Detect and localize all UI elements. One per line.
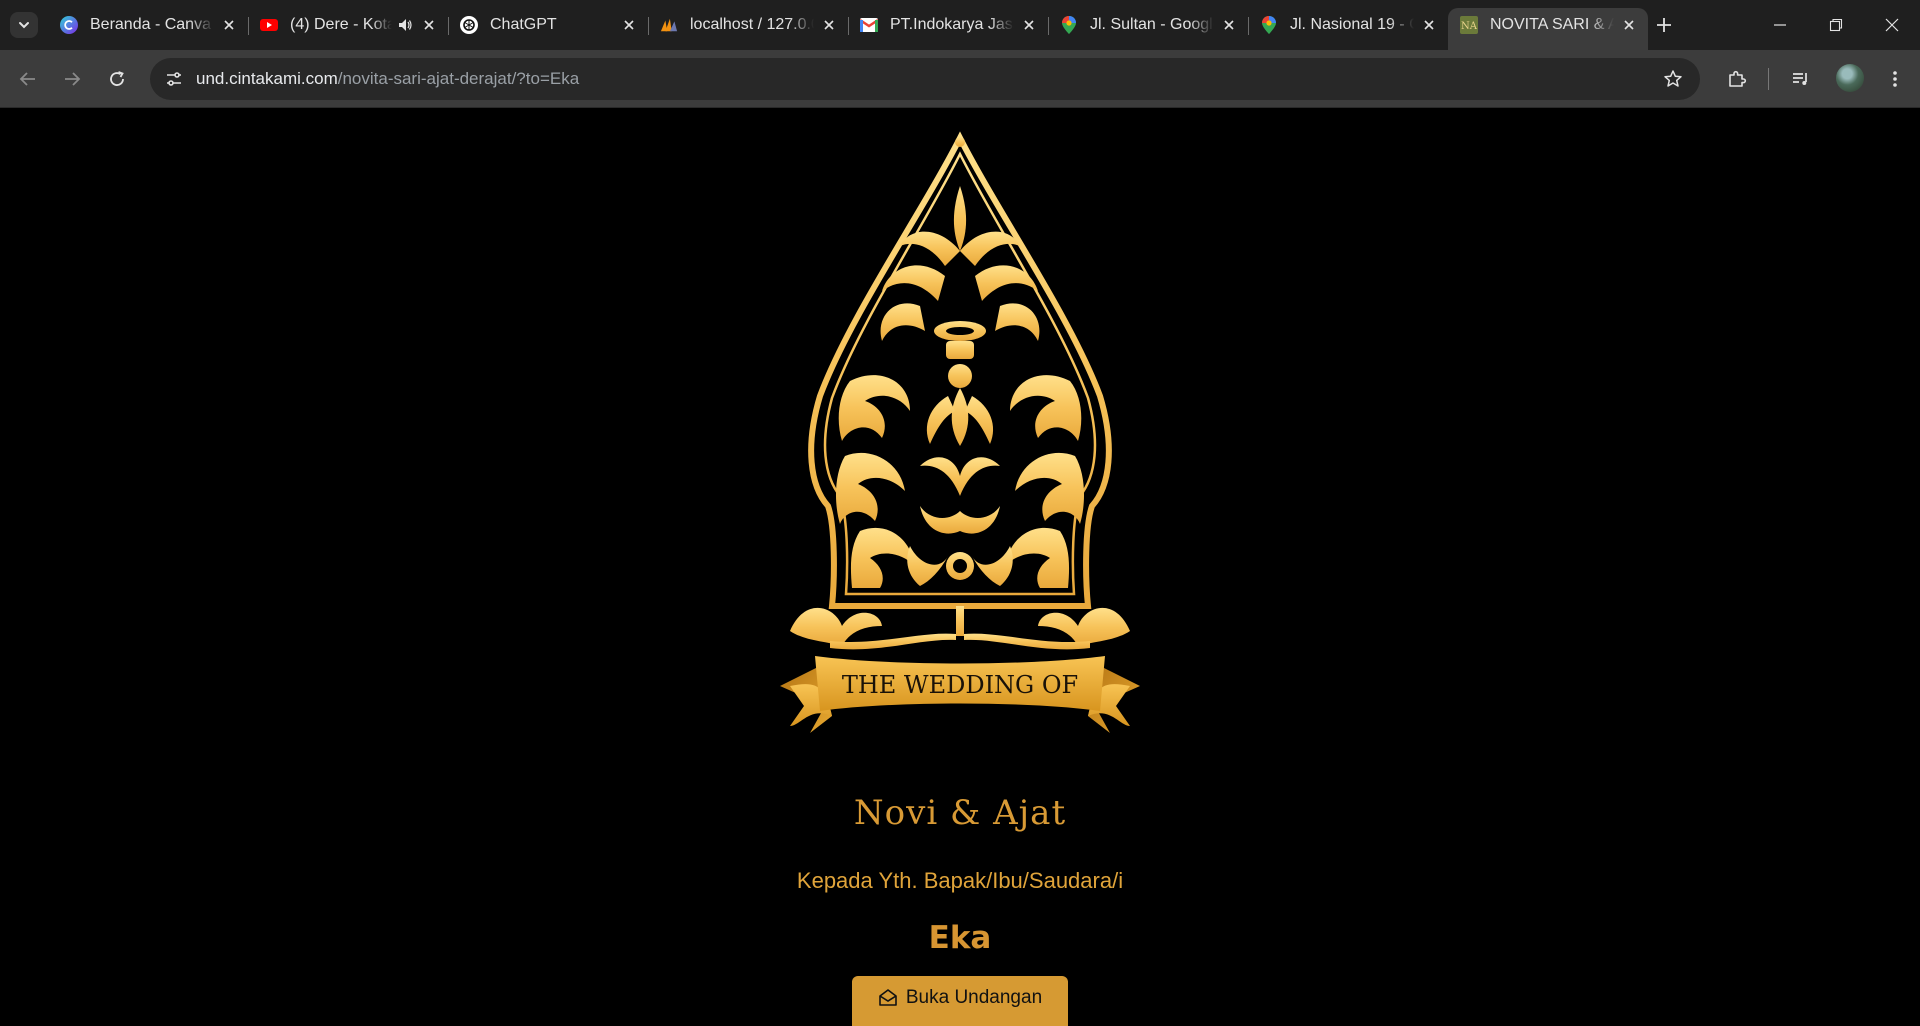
close-icon[interactable] <box>1620 16 1638 34</box>
phpmyadmin-icon <box>660 16 678 34</box>
gunungan-emblem: THE WEDDING OF <box>780 131 1140 733</box>
tab-title: ChatGPT <box>490 16 557 33</box>
close-icon[interactable] <box>220 16 238 34</box>
guest-name: Eka <box>928 920 992 956</box>
extensions-button[interactable] <box>1722 64 1752 94</box>
window-controls <box>1752 0 1920 50</box>
tab-title: (4) Dere - Kota <box>290 16 392 33</box>
playlist-icon <box>1793 73 1807 85</box>
tab-gmail[interactable]: PT.Indokarya Jasa <box>848 8 1049 42</box>
media-controls-button[interactable] <box>1786 64 1816 94</box>
maps-icon <box>1260 16 1278 34</box>
tab-title: NOVITA SARI & AJAT <box>1490 16 1614 33</box>
tab-title: PT.Indokarya Jasa <box>890 16 1014 33</box>
maps-icon <box>1060 16 1078 34</box>
couple-names: Novi & Ajat <box>853 793 1067 833</box>
speaker-icon[interactable] <box>396 16 414 34</box>
chevron-down-icon <box>19 22 29 29</box>
tab-title: Jl. Sultan - Google Maps <box>1090 16 1214 33</box>
minimize-icon <box>1774 24 1786 26</box>
tab-localhost[interactable]: localhost / 127.0.0.1 <box>648 8 849 42</box>
url-text[interactable]: und.cintakami.com/novita-sari-ajat-deraj… <box>196 69 579 89</box>
new-tab-button[interactable] <box>1650 12 1678 38</box>
youtube-icon <box>260 16 278 34</box>
tab-title: Jl. Nasional 19 - Google Maps <box>1290 16 1414 33</box>
tune-icon <box>167 72 181 86</box>
site-favicon-icon: NA <box>1460 16 1478 34</box>
close-icon[interactable] <box>620 16 638 34</box>
restore-button[interactable] <box>1808 0 1864 50</box>
tab-maps-nasional[interactable]: Jl. Nasional 19 - Google Maps <box>1248 8 1448 42</box>
browser-toolbar: und.cintakami.com/novita-sari-ajat-deraj… <box>0 50 1920 108</box>
puzzle-icon <box>1729 70 1747 87</box>
tab-youtube[interactable]: (4) Dere - Kota <box>248 8 449 42</box>
close-icon[interactable] <box>1420 16 1438 34</box>
tab-title: Beranda - Canva <box>90 16 211 33</box>
reload-icon <box>110 71 124 86</box>
close-icon <box>1885 18 1899 32</box>
bookmark-button[interactable] <box>1662 68 1684 90</box>
close-icon[interactable] <box>1220 16 1238 34</box>
profile-avatar[interactable] <box>1836 64 1864 92</box>
site-info-button[interactable] <box>160 65 188 93</box>
toolbar-divider <box>1768 68 1769 90</box>
tab-chatgpt[interactable]: ChatGPT <box>448 8 649 42</box>
restore-icon <box>1829 18 1843 32</box>
arrow-left-icon <box>19 72 35 86</box>
banner-text: THE WEDDING OF <box>842 671 1078 699</box>
minimize-button[interactable] <box>1752 0 1808 50</box>
reload-button[interactable] <box>103 65 131 93</box>
invitation-page: THE WEDDING OF Novi & Ajat Kepada Yth. B… <box>0 108 1920 1026</box>
more-vertical-icon <box>1893 71 1897 87</box>
browser-menu-button[interactable] <box>1880 64 1910 94</box>
tab-canva[interactable]: Beranda - Canva <box>48 8 249 42</box>
star-icon <box>1664 70 1682 87</box>
canva-icon <box>60 16 78 34</box>
close-icon[interactable] <box>820 16 838 34</box>
open-invitation-label: Buka Undangan <box>905 987 1043 1008</box>
envelope-open-icon <box>879 989 897 1006</box>
close-icon[interactable] <box>1020 16 1038 34</box>
gmail-icon <box>860 16 878 34</box>
url-path: /novita-sari-ajat-derajat/?to=Eka <box>337 69 580 88</box>
tab-title: localhost / 127.0.0.1 <box>690 16 814 33</box>
address-bar[interactable]: und.cintakami.com/novita-sari-ajat-deraj… <box>150 58 1700 100</box>
close-icon[interactable] <box>420 16 438 34</box>
open-invitation-button[interactable]: Buka Undangan <box>852 976 1068 1026</box>
tab-novita-sari-active[interactable]: NA NOVITA SARI & AJAT <box>1448 8 1648 50</box>
chatgpt-icon <box>460 16 478 34</box>
arrow-right-icon <box>65 72 81 86</box>
forward-button[interactable] <box>58 65 86 93</box>
greeting-text: Kepada Yth. Bapak/Ibu/Saudara/i <box>796 868 1124 893</box>
back-button[interactable] <box>14 65 42 93</box>
tab-maps-sultan[interactable]: Jl. Sultan - Google Maps <box>1048 8 1249 42</box>
svg-text:NA: NA <box>1461 21 1478 32</box>
url-host: und.cintakami.com <box>196 69 338 88</box>
plus-icon <box>1657 18 1671 32</box>
close-window-button[interactable] <box>1864 0 1920 50</box>
tab-search-button[interactable] <box>10 12 38 38</box>
tab-list: Beranda - Canva (4) Dere - Kota ChatGPT <box>48 8 1648 50</box>
tab-strip: Beranda - Canva (4) Dere - Kota ChatGPT <box>0 0 1920 50</box>
